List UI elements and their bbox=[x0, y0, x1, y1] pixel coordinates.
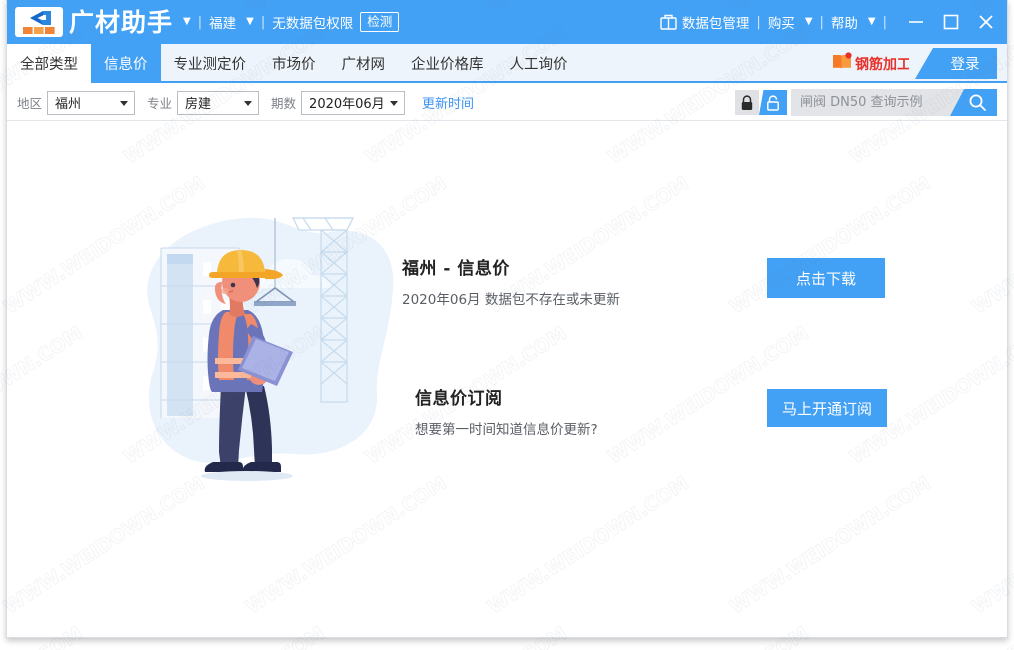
info-price-card-subtitle: 2020年06月 数据包不存在或未更新 bbox=[402, 288, 620, 308]
login-button[interactable]: 登录 bbox=[915, 44, 1008, 83]
tab-market-price[interactable]: 市场价 bbox=[259, 44, 329, 83]
tab-professional-price[interactable]: 专业测定价 bbox=[161, 44, 260, 83]
guangcai-logo-icon bbox=[19, 9, 59, 35]
subscribe-button[interactable]: 马上开通订阅 bbox=[767, 389, 887, 427]
close-icon bbox=[977, 13, 995, 31]
login-button-label: 登录 bbox=[933, 48, 997, 79]
app-window-frame: 广材助手 ▼ | 福建 ▼ | 无数据包权限 检测 数据包管理 | 购买 ▼ bbox=[6, 0, 1008, 638]
book-badge-icon bbox=[831, 52, 853, 76]
promo-label: 钢筋加工机 bbox=[855, 54, 909, 74]
download-button[interactable]: 点击下载 bbox=[767, 258, 885, 298]
tab-manual-inquiry[interactable]: 人工询价 bbox=[497, 44, 581, 83]
major-filter-select[interactable]: 房建 bbox=[177, 91, 259, 115]
lock-open-icon bbox=[766, 95, 780, 111]
major-filter-label: 专业 bbox=[147, 93, 172, 112]
period-filter-value: 2020年06月 bbox=[309, 93, 385, 112]
package-icon bbox=[660, 14, 677, 30]
period-filter-select[interactable]: 2020年06月 bbox=[301, 91, 405, 115]
region-filter-label: 地区 bbox=[17, 93, 42, 112]
maximize-button[interactable] bbox=[938, 9, 964, 35]
purchase-menu[interactable]: 购买 bbox=[768, 12, 795, 32]
chevron-down-icon bbox=[390, 101, 398, 106]
minimize-icon bbox=[907, 13, 925, 31]
main-content-area: 福州 - 信息价 2020年06月 数据包不存在或未更新 点击下载 信息价订阅 … bbox=[7, 122, 1008, 638]
update-time-link[interactable]: 更新时间 bbox=[417, 90, 479, 115]
subscription-card-title: 信息价订阅 bbox=[415, 384, 598, 409]
lock-open-toggle[interactable] bbox=[759, 90, 787, 115]
lock-closed-icon bbox=[740, 95, 754, 111]
search-box bbox=[791, 89, 997, 116]
lock-closed-toggle[interactable] bbox=[735, 90, 759, 115]
app-logo bbox=[15, 7, 63, 37]
region-dropdown-caret[interactable]: ▼ bbox=[246, 17, 254, 27]
region-filter-value: 福州 bbox=[55, 93, 81, 112]
chevron-down-icon bbox=[120, 101, 128, 106]
tab-info-price[interactable]: 信息价 bbox=[91, 44, 161, 83]
search-button[interactable] bbox=[950, 89, 997, 116]
search-input[interactable] bbox=[791, 89, 951, 116]
tab-guangcai-net[interactable]: 广材网 bbox=[329, 44, 399, 83]
major-filter-value: 房建 bbox=[185, 93, 211, 112]
info-price-card-title: 福州 - 信息价 bbox=[402, 254, 620, 279]
title-bar: 广材助手 ▼ | 福建 ▼ | 无数据包权限 检测 数据包管理 | 购买 ▼ bbox=[7, 0, 1008, 44]
titlebar-separator-3: | bbox=[756, 15, 760, 30]
application-window: 广材助手 ▼ | 福建 ▼ | 无数据包权限 检测 数据包管理 | 购买 ▼ bbox=[0, 0, 1014, 650]
titlebar-separator-4: | bbox=[820, 15, 824, 30]
category-tab-bar: 全部类型 信息价 专业测定价 市场价 广材网 企业价格库 人工询价 钢筋加工机 bbox=[7, 44, 1008, 83]
region-selector-label[interactable]: 福建 bbox=[209, 12, 236, 32]
nav-right-group: 钢筋加工机 登录 bbox=[831, 44, 1008, 83]
filter-bar: 地区 福州 专业 房建 期数 2020年06月 更新时间 bbox=[7, 85, 1008, 121]
search-icon bbox=[968, 93, 987, 112]
search-group bbox=[735, 89, 1008, 116]
login-button-skew bbox=[915, 48, 933, 79]
package-manager-link[interactable]: 数据包管理 bbox=[682, 12, 750, 32]
chevron-down-icon bbox=[244, 101, 252, 106]
subscription-card-subtitle: 想要第一时间知道信息价更新? bbox=[415, 418, 598, 438]
titlebar-right-group: 数据包管理 | 购买 ▼ | 帮助 ▼ | bbox=[660, 9, 1008, 35]
brand-title: 广材助手 bbox=[69, 10, 173, 35]
info-price-card: 福州 - 信息价 2020年06月 数据包不存在或未更新 bbox=[402, 254, 620, 308]
help-menu[interactable]: 帮助 bbox=[831, 12, 858, 32]
tab-all-types[interactable]: 全部类型 bbox=[7, 44, 91, 83]
purchase-dropdown-caret[interactable]: ▼ bbox=[805, 17, 813, 27]
titlebar-separator-2: | bbox=[261, 15, 265, 30]
help-dropdown-caret[interactable]: ▼ bbox=[868, 17, 876, 27]
titlebar-separator-5: | bbox=[883, 15, 887, 30]
detect-button[interactable]: 检测 bbox=[360, 12, 399, 33]
region-filter-select[interactable]: 福州 bbox=[47, 91, 135, 115]
construction-worker-illustration bbox=[125, 190, 415, 490]
tab-enterprise-price-library[interactable]: 企业价格库 bbox=[398, 44, 497, 83]
close-button[interactable] bbox=[973, 9, 999, 35]
titlebar-separator-1: | bbox=[198, 15, 202, 30]
brand-dropdown-caret[interactable]: ▼ bbox=[183, 17, 191, 27]
period-filter-label: 期数 bbox=[271, 93, 296, 112]
minimize-button[interactable] bbox=[903, 9, 929, 35]
subscription-card: 信息价订阅 想要第一时间知道信息价更新? bbox=[415, 384, 598, 438]
maximize-icon bbox=[942, 13, 960, 31]
promo-banner[interactable]: 钢筋加工机 bbox=[831, 52, 909, 76]
permission-status-text: 无数据包权限 bbox=[272, 12, 353, 32]
